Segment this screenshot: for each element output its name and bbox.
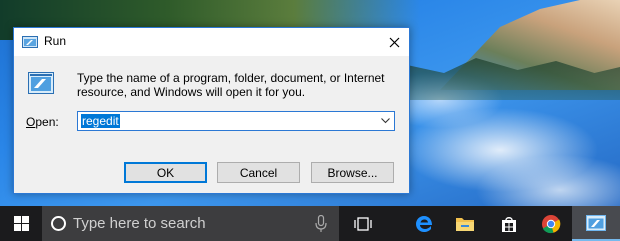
dialog-prompt: Type the name of a program, folder, docu… (77, 71, 385, 99)
task-view-icon (354, 216, 372, 231)
edge-icon (416, 215, 432, 232)
taskbar-search-box[interactable]: Type here to search (42, 206, 339, 241)
dropdown-button[interactable] (378, 113, 392, 129)
chrome-icon (542, 214, 561, 233)
run-icon (586, 214, 606, 231)
cancel-button[interactable]: Cancel (217, 162, 300, 183)
close-icon (389, 37, 399, 47)
start-button[interactable] (0, 206, 42, 241)
taskbar: Type here to search (0, 206, 620, 241)
open-label-accelerator: O (26, 115, 36, 129)
run-dialog: Run Type the name of a program, folder, … (13, 27, 410, 194)
search-placeholder: Type here to search (73, 215, 206, 232)
store-icon (502, 216, 516, 232)
dialog-button-area: OK Cancel Browse... (14, 149, 409, 193)
open-input-value[interactable]: regedit (81, 114, 120, 128)
dialog-title: Run (44, 34, 67, 48)
microphone-icon[interactable] (315, 215, 327, 233)
task-view-button[interactable] (340, 206, 386, 241)
open-label: Open: (26, 115, 59, 129)
browse-button[interactable]: Browse... (311, 162, 394, 183)
chevron-down-icon (380, 118, 390, 124)
open-combobox[interactable]: regedit (77, 111, 395, 131)
file-explorer-taskbar-button[interactable] (442, 206, 488, 241)
ok-button[interactable]: OK (124, 162, 207, 183)
cortana-icon (51, 216, 66, 231)
run-icon (28, 72, 54, 94)
edge-taskbar-button[interactable] (401, 206, 447, 241)
open-label-text: pen: (35, 115, 59, 129)
run-taskbar-button[interactable] (572, 206, 620, 241)
title-bar[interactable]: Run (14, 28, 409, 56)
run-icon (22, 36, 38, 48)
close-button[interactable] (379, 28, 409, 56)
chrome-taskbar-button[interactable] (528, 206, 574, 241)
windows-start-icon (13, 216, 29, 231)
store-taskbar-button[interactable] (486, 206, 532, 241)
file-explorer-icon (456, 217, 474, 231)
